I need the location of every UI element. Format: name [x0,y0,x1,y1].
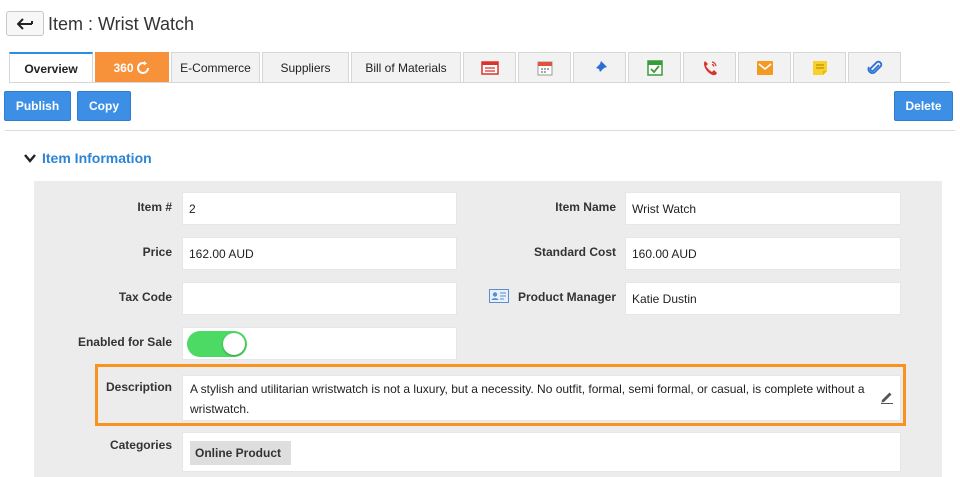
item-name-label: Item Name [555,200,616,214]
tab-note[interactable] [793,52,846,82]
delete-button[interactable]: Delete [894,91,953,121]
page-title: Item : Wrist Watch [48,14,195,34]
description-label: Description [105,380,172,394]
tab-suppliers[interactable]: Suppliers [262,52,349,82]
standard-cost-label: Standard Cost [533,245,616,259]
tab-email[interactable] [738,52,791,82]
tab-360-label: 360 [113,60,134,75]
tax-code-field[interactable] [182,282,457,315]
categories-label: Categories [109,438,172,452]
back-button[interactable] [6,11,44,36]
header: Item : Wrist Watch [0,0,960,50]
attachment-icon [867,60,882,74]
item-no-field[interactable]: 2 [182,192,457,225]
price-field[interactable]: 162.00 AUD [182,237,457,270]
task-icon [646,59,663,76]
item-name-field[interactable]: Wrist Watch [625,192,901,225]
note-icon [812,60,827,75]
enabled-for-sale-label: Enabled for Sale [77,335,172,349]
contact-card-icon [489,289,509,303]
tab-phone[interactable] [683,52,736,82]
tab-bar: Overview 360 E-Commerce Suppliers Bill o… [9,52,903,83]
tab-overview[interactable]: Overview [9,52,93,83]
tax-code-label: Tax Code [118,290,172,304]
pencil-icon[interactable] [880,390,894,404]
section-title: Item Information [42,150,152,166]
tab-attachment[interactable] [848,52,901,82]
publish-button[interactable]: Publish [4,91,71,121]
refresh-icon [136,60,149,74]
product-manager-field[interactable]: Katie Dustin [625,282,901,315]
section-header[interactable]: Item Information [24,150,152,166]
description-text: A stylish and utilitarian wristwatch is … [190,382,865,416]
calendar-icon [537,61,552,75]
chevron-down-icon [24,154,36,163]
price-label: Price [142,245,172,259]
tab-360[interactable]: 360 [95,52,169,82]
category-chip[interactable]: Online Product [190,441,292,465]
tab-bill-of-materials[interactable]: Bill of Materials [351,52,461,82]
toggle-knob [223,333,245,355]
description-field[interactable]: A stylish and utilitarian wristwatch is … [182,375,901,421]
enabled-for-sale-toggle[interactable] [187,331,247,357]
standard-cost-field[interactable]: 160.00 AUD [625,237,901,270]
back-arrow-icon [17,17,33,30]
report-icon [480,60,499,75]
tab-task[interactable] [628,52,681,82]
tab-calendar[interactable] [518,52,571,82]
tab-pin[interactable] [573,52,626,82]
copy-button[interactable]: Copy [77,91,131,121]
toolbar-divider [5,130,955,131]
tab-divider [9,82,950,83]
item-no-label: Item # [137,200,172,214]
pin-icon [593,60,607,74]
tab-ecommerce[interactable]: E-Commerce [171,52,260,82]
phone-icon [703,60,717,75]
product-manager-label: Product Manager [517,290,616,304]
email-icon [756,60,773,75]
tab-report[interactable] [463,52,516,82]
